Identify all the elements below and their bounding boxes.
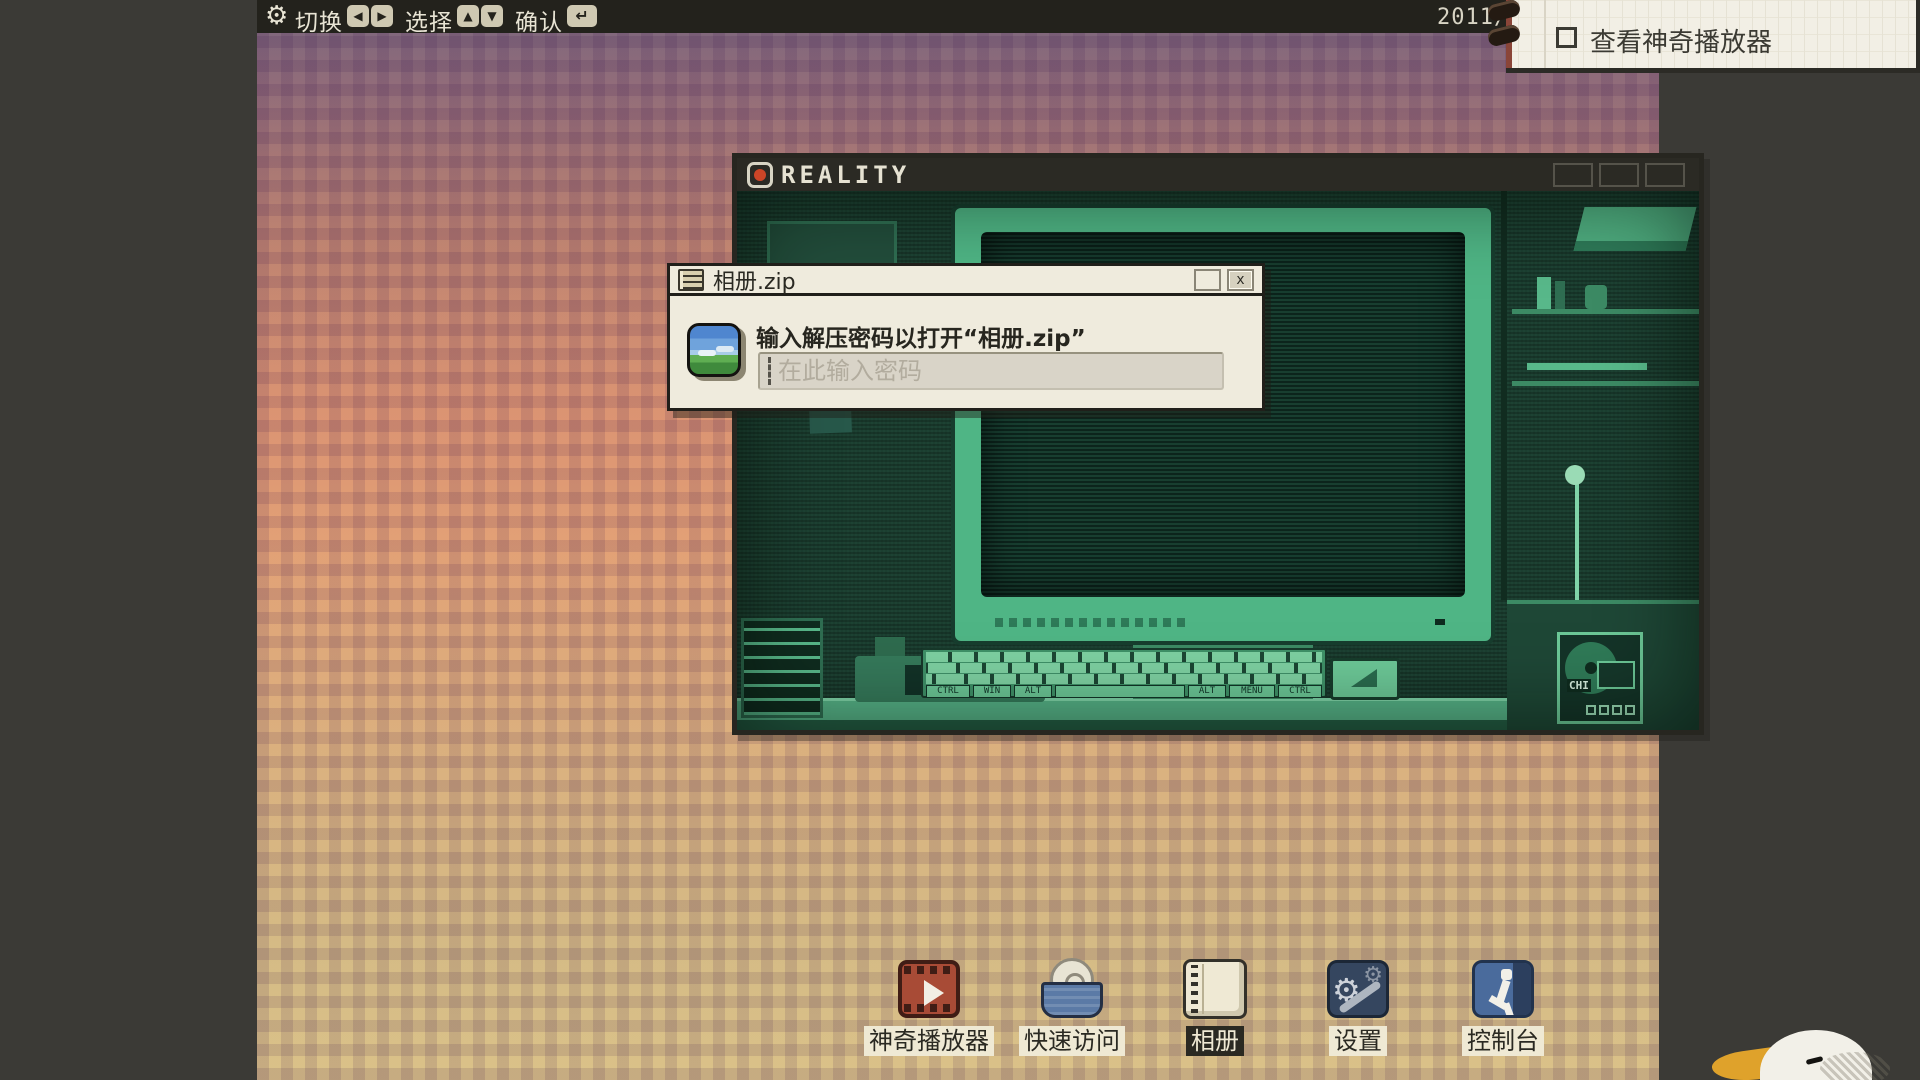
duck-shading [1820, 1052, 1890, 1080]
keyboard-row [926, 652, 1322, 662]
desk-lamp-head [1565, 465, 1585, 485]
big-enter-key [1330, 658, 1400, 700]
window-button-1[interactable] [1553, 163, 1593, 187]
icon-label-selected: 相册 [1186, 1026, 1244, 1056]
stage: ⚙ 切换 ◀ ▶ 选择 ▲ ▼ 确认 ↵ 2011/ REALITY [0, 0, 1920, 1080]
desktop-icon-settings[interactable]: ⚙⚙ 设置 [1288, 958, 1428, 1056]
duck-character[interactable] [1712, 1024, 1917, 1080]
task-label: 查看神奇播放器 [1590, 22, 1772, 59]
desktop-background: ⚙ 切换 ◀ ▶ 选择 ▲ ▼ 确认 ↵ 2011/ REALITY [257, 0, 1659, 1080]
magic-player-icon [896, 958, 962, 1020]
dialog-close-button[interactable]: x [1227, 269, 1254, 291]
text-caret [768, 357, 771, 385]
down-arrow-key-icon[interactable]: ▼ [481, 5, 503, 27]
zip-password-dialog: 相册.zip x 输入解压密码以打开“相册.zip” [667, 263, 1265, 411]
dialog-title: 相册.zip [713, 264, 796, 296]
hint-switch-label: 切换 [295, 3, 343, 37]
reality-window-title: REALITY [781, 161, 910, 189]
reality-window: REALITY [732, 153, 1704, 735]
keyboard: CTRL WIN ALT ALT MENU CTRL [921, 648, 1327, 698]
enter-key-icon[interactable]: ↵ [567, 5, 597, 27]
desktop-icon-quick-access[interactable]: 快速访问 [1002, 958, 1142, 1056]
keyboard-row [926, 663, 1322, 673]
window-button-2[interactable] [1599, 163, 1639, 187]
up-arrow-key-icon[interactable]: ▲ [457, 5, 479, 27]
window-controls [1553, 163, 1685, 187]
key-alt-left: ALT [1014, 685, 1052, 698]
key-ctrl-right: CTRL [1278, 685, 1322, 698]
hint-select-label: 选择 [405, 3, 453, 37]
notebook-margin-line [1544, 0, 1546, 68]
crt-vents [995, 618, 1185, 627]
cd-case: CHI [1557, 632, 1643, 724]
zip-file-icon [678, 269, 704, 291]
shelf [1512, 309, 1699, 314]
cd-buttons [1586, 705, 1635, 715]
dialog-body: 输入解压密码以打开“相册.zip” [670, 296, 1262, 405]
reality-titlebar: REALITY [737, 158, 1699, 191]
quick-access-icon [1039, 958, 1105, 1020]
hint-confirm-label: 确认 [515, 3, 563, 37]
shelf-rod [1527, 363, 1647, 370]
password-prompt: 输入解压密码以打开“相册.zip” [756, 319, 1086, 353]
key-space [1055, 685, 1185, 698]
settings-icon: ⚙⚙ [1325, 958, 1391, 1020]
file-box [741, 618, 823, 718]
desktop-icon-magic-player[interactable]: 神奇播放器 [859, 958, 999, 1056]
icon-label: 设置 [1329, 1026, 1387, 1056]
console-icon [1470, 958, 1536, 1020]
icon-label: 控制台 [1462, 1026, 1544, 1056]
desktop-icon-console[interactable]: 控制台 [1433, 958, 1573, 1056]
shelf-book [1555, 281, 1565, 309]
printer [1574, 207, 1697, 251]
album-icon [1182, 958, 1248, 1020]
keyboard-row [926, 674, 1322, 684]
cd-panel [1597, 661, 1635, 689]
icon-label: 快速访问 [1019, 1026, 1125, 1056]
gear-icon[interactable]: ⚙ [265, 1, 288, 31]
right-arrow-key-icon[interactable]: ▶ [371, 5, 393, 27]
notebook-panel: 查看神奇播放器 [1496, 0, 1920, 73]
shelf-book [1537, 277, 1551, 309]
key-menu: MENU [1229, 685, 1275, 698]
key-win: WIN [973, 685, 1011, 698]
shelf [1512, 381, 1699, 386]
keyboard-bottom-row: CTRL WIN ALT ALT MENU CTRL [926, 685, 1322, 698]
password-input[interactable] [758, 352, 1224, 390]
wall-divider [1501, 191, 1507, 600]
album-thumbnail-icon [687, 323, 741, 377]
task-checkbox[interactable] [1556, 27, 1577, 48]
desk-lamp [1575, 483, 1579, 601]
icon-label: 神奇播放器 [864, 1026, 994, 1056]
desktop-icon-album[interactable]: 相册 [1145, 958, 1285, 1056]
crt-power-led [1435, 619, 1445, 625]
cd-label: CHI [1567, 679, 1591, 692]
window-button-3[interactable] [1645, 163, 1685, 187]
record-icon [747, 162, 773, 188]
left-arrow-key-icon[interactable]: ◀ [347, 5, 369, 27]
shelf-item [1585, 285, 1607, 309]
top-bar: ⚙ 切换 ◀ ▶ 选择 ▲ ▼ 确认 ↵ 2011/ [257, 0, 1659, 33]
dialog-blank-button[interactable] [1194, 269, 1221, 291]
dialog-titlebar: 相册.zip x [670, 266, 1262, 296]
key-alt-right: ALT [1188, 685, 1226, 698]
key-ctrl-left: CTRL [926, 685, 970, 698]
